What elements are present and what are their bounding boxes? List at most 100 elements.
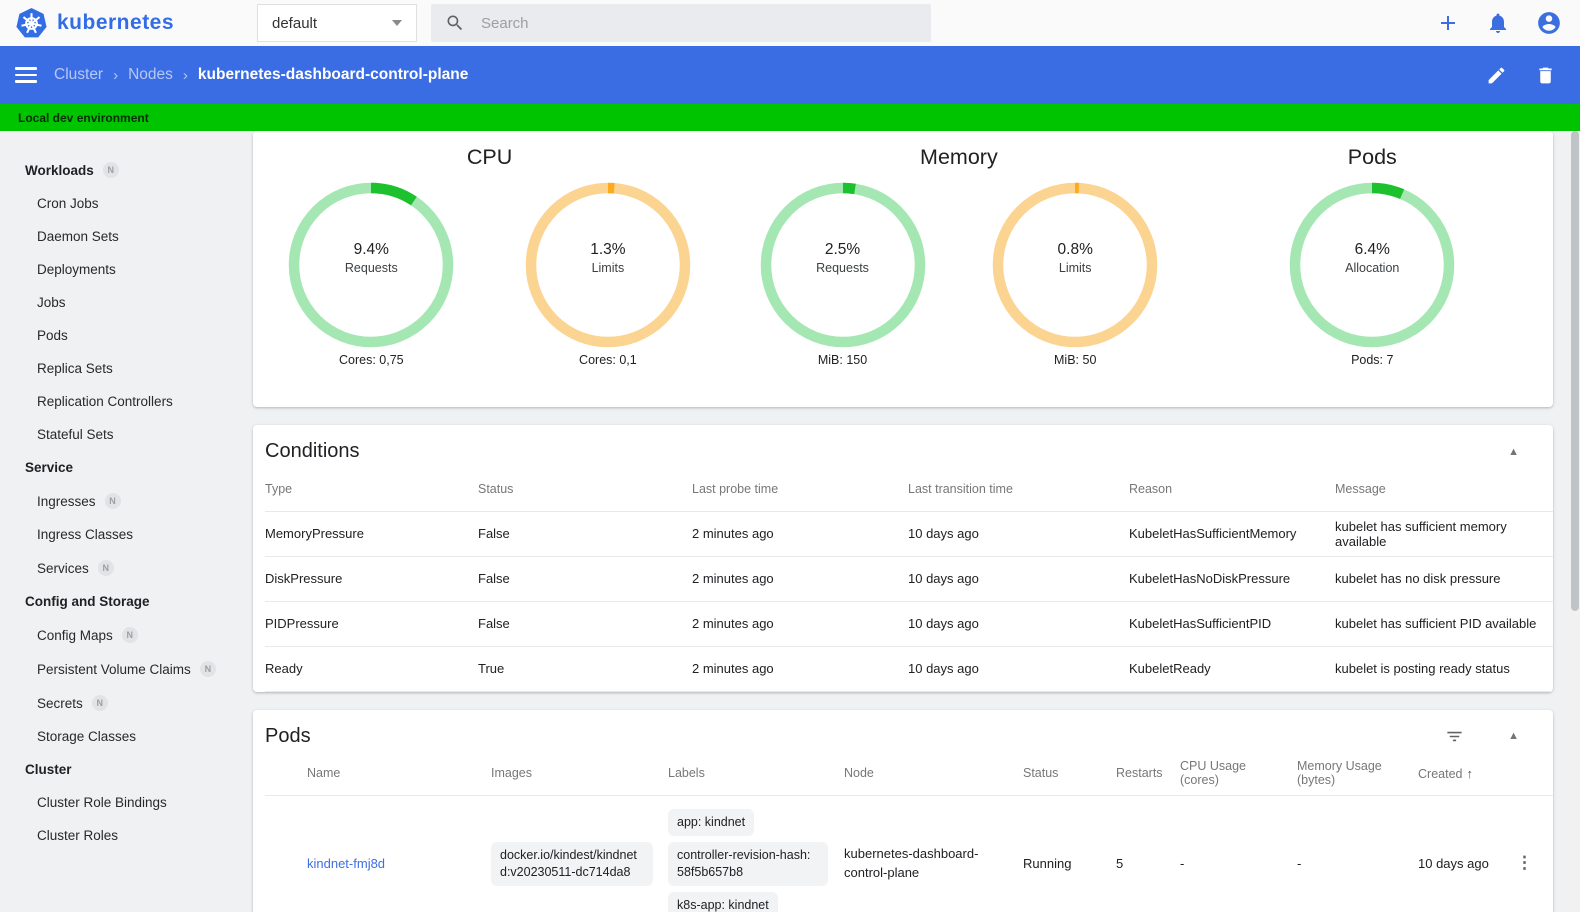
breadcrumb-bar: Cluster › Nodes › kubernetes-dashboard-c…	[0, 46, 1580, 104]
col-memory-usage: Memory Usage (bytes)	[1297, 759, 1382, 788]
sidebar-item-cron-jobs[interactable]: Cron Jobs	[0, 187, 250, 220]
pod-status: Running	[1023, 795, 1116, 912]
main-content: CPU 9.4% Requests Cores: 0,75 1.3% Limit…	[250, 131, 1580, 912]
col-node: Node	[844, 766, 874, 781]
namespaced-badge: N	[97, 560, 114, 576]
col-actions	[1516, 752, 1553, 796]
breadcrumb: Cluster › Nodes › kubernetes-dashboard-c…	[54, 66, 468, 84]
sidebar-item-daemon-sets[interactable]: Daemon Sets	[0, 220, 250, 253]
sidebar-nav: Workloads N Cron Jobs Daemon Sets Deploy…	[0, 131, 250, 912]
col-message: Message	[1335, 481, 1386, 496]
page-title: kubernetes-dashboard-control-plane	[197, 66, 469, 83]
conditions-card: Conditions ▲ Type Status Last probe time…	[253, 425, 1553, 692]
sidebar-item-jobs[interactable]: Jobs	[0, 286, 250, 319]
memory-requests-donut: 2.5% Requests MiB: 150	[760, 182, 926, 367]
search-bar[interactable]	[431, 4, 931, 42]
pod-restarts: 5	[1116, 795, 1180, 912]
namespaced-badge: N	[104, 493, 121, 509]
namespace-selector[interactable]: default	[257, 4, 417, 42]
cpu-limits-donut: 1.3% Limits Cores: 0,1	[525, 182, 691, 367]
table-row: Ready True 2 minutes ago 10 days ago Kubel…	[265, 645, 1553, 692]
namespaced-badge: N	[91, 695, 108, 711]
create-resource-button[interactable]	[1436, 11, 1460, 35]
pods-card: Pods ▲ Name Images Labels Node Status Re…	[253, 709, 1553, 912]
row-menu-icon[interactable]: ⋮	[1516, 854, 1533, 871]
pencil-icon	[1488, 67, 1505, 83]
sidebar-group-service[interactable]: Service	[0, 451, 250, 484]
pods-allocation-donut: 6.4% Allocation Pods: 7	[1289, 182, 1455, 367]
environment-banner: Local dev environment	[0, 104, 1580, 131]
sidebar-item-cluster-roles[interactable]: Cluster Roles	[0, 819, 250, 852]
pod-image-chip: docker.io/kindest/kindnetd:v20230511-dc7…	[491, 841, 653, 886]
bell-icon	[1490, 13, 1506, 33]
delete-button[interactable]	[1535, 65, 1556, 86]
col-name: Name	[307, 766, 341, 781]
sidebar-item-persistent-volume-claims[interactable]: Persistent Volume Claims N	[0, 652, 250, 686]
sidebar-item-replication-controllers[interactable]: Replication Controllers	[0, 385, 250, 418]
sidebar-item-stateful-sets[interactable]: Stateful Sets	[0, 418, 250, 451]
sidebar-item-services[interactable]: Services N	[0, 551, 250, 585]
pod-name-link[interactable]: kindnet-fmj8d	[307, 856, 385, 871]
pod-label-chip: app: kindnet	[668, 809, 755, 836]
sidebar-item-ingress-classes[interactable]: Ingress Classes	[0, 518, 250, 551]
notifications-button[interactable]	[1486, 11, 1510, 35]
chevron-down-icon	[392, 20, 402, 26]
table-row: PIDPressure False 2 minutes ago 10 days ag…	[265, 600, 1553, 646]
col-last-probe-time: Last probe time	[692, 481, 779, 496]
pod-row: kindnet-fmj8d docker.io/kindest/kindnetd…	[265, 795, 1553, 912]
breadcrumb-cluster[interactable]: Cluster	[54, 66, 103, 84]
pods-title: Pods	[265, 724, 311, 747]
col-status: Status	[1023, 766, 1059, 781]
table-row: DiskPressure False 2 minutes ago 10 days a…	[265, 555, 1553, 601]
collapse-card-icon[interactable]: ▲	[1508, 446, 1519, 458]
user-account-button[interactable]	[1536, 10, 1562, 36]
conditions-title: Conditions	[265, 440, 360, 462]
plus-icon	[1441, 16, 1455, 30]
sidebar-item-replica-sets[interactable]: Replica Sets	[0, 352, 250, 385]
allocation-overview-card: CPU 9.4% Requests Cores: 0,75 1.3% Limit…	[253, 131, 1553, 407]
col-restarts: Restarts	[1116, 766, 1163, 781]
sidebar-item-deployments[interactable]: Deployments	[0, 253, 250, 286]
namespace-value: default	[272, 14, 318, 32]
col-type: Type	[265, 481, 293, 496]
sidebar-item-storage-classes[interactable]: Storage Classes	[0, 720, 250, 753]
pod-created: 10 days ago	[1418, 795, 1516, 912]
col-images: Images	[491, 766, 532, 781]
edit-button[interactable]	[1486, 65, 1507, 86]
menu-icon[interactable]	[15, 63, 37, 87]
pod-cpu-usage: -	[1180, 795, 1297, 912]
sidebar-item-config-maps[interactable]: Config Maps N	[0, 618, 250, 652]
breadcrumb-nodes[interactable]: Nodes	[128, 66, 173, 84]
collapse-card-icon[interactable]: ▲	[1508, 730, 1519, 742]
filter-button[interactable]	[1445, 727, 1464, 746]
col-created-sort[interactable]: Created ↑	[1418, 752, 1516, 796]
banner-text: Local dev environment	[18, 110, 149, 125]
conditions-table: Type Status Last probe time Last transit…	[265, 467, 1553, 692]
sidebar-group-cluster[interactable]: Cluster	[0, 753, 250, 786]
kubernetes-logo[interactable]: kubernetes	[15, 7, 240, 40]
col-cpu-usage: CPU Usage (cores)	[1180, 759, 1246, 788]
memory-limits-donut: 0.8% Limits MiB: 50	[992, 182, 1158, 367]
sidebar-item-secrets[interactable]: Secrets N	[0, 686, 250, 720]
namespaced-badge: N	[199, 661, 216, 677]
search-input[interactable]	[481, 14, 881, 32]
col-status-dot	[265, 752, 307, 796]
brand-text: kubernetes	[57, 11, 175, 34]
namespaced-badge: N	[121, 627, 138, 643]
app-header: kubernetes default	[0, 0, 1580, 46]
page-scrollbar	[1570, 131, 1580, 912]
trash-icon	[1539, 67, 1552, 83]
namespaced-badge: N	[102, 162, 119, 178]
sidebar-item-ingresses[interactable]: Ingresses N	[0, 484, 250, 518]
cpu-requests-donut: 9.4% Requests Cores: 0,75	[288, 182, 454, 367]
sidebar-group-config-storage[interactable]: Config and Storage	[0, 585, 250, 618]
sidebar-item-cluster-role-bindings[interactable]: Cluster Role Bindings	[0, 786, 250, 819]
account-circle-icon	[1538, 12, 1560, 34]
pod-memory-usage: -	[1297, 795, 1418, 912]
col-status: Status	[478, 481, 514, 496]
col-labels: Labels	[668, 766, 705, 781]
sidebar-item-pods[interactable]: Pods	[0, 319, 250, 352]
filter-list-icon	[1447, 731, 1462, 741]
scrollbar-thumb[interactable]	[1571, 131, 1579, 611]
sidebar-group-workloads[interactable]: Workloads N	[0, 153, 250, 187]
